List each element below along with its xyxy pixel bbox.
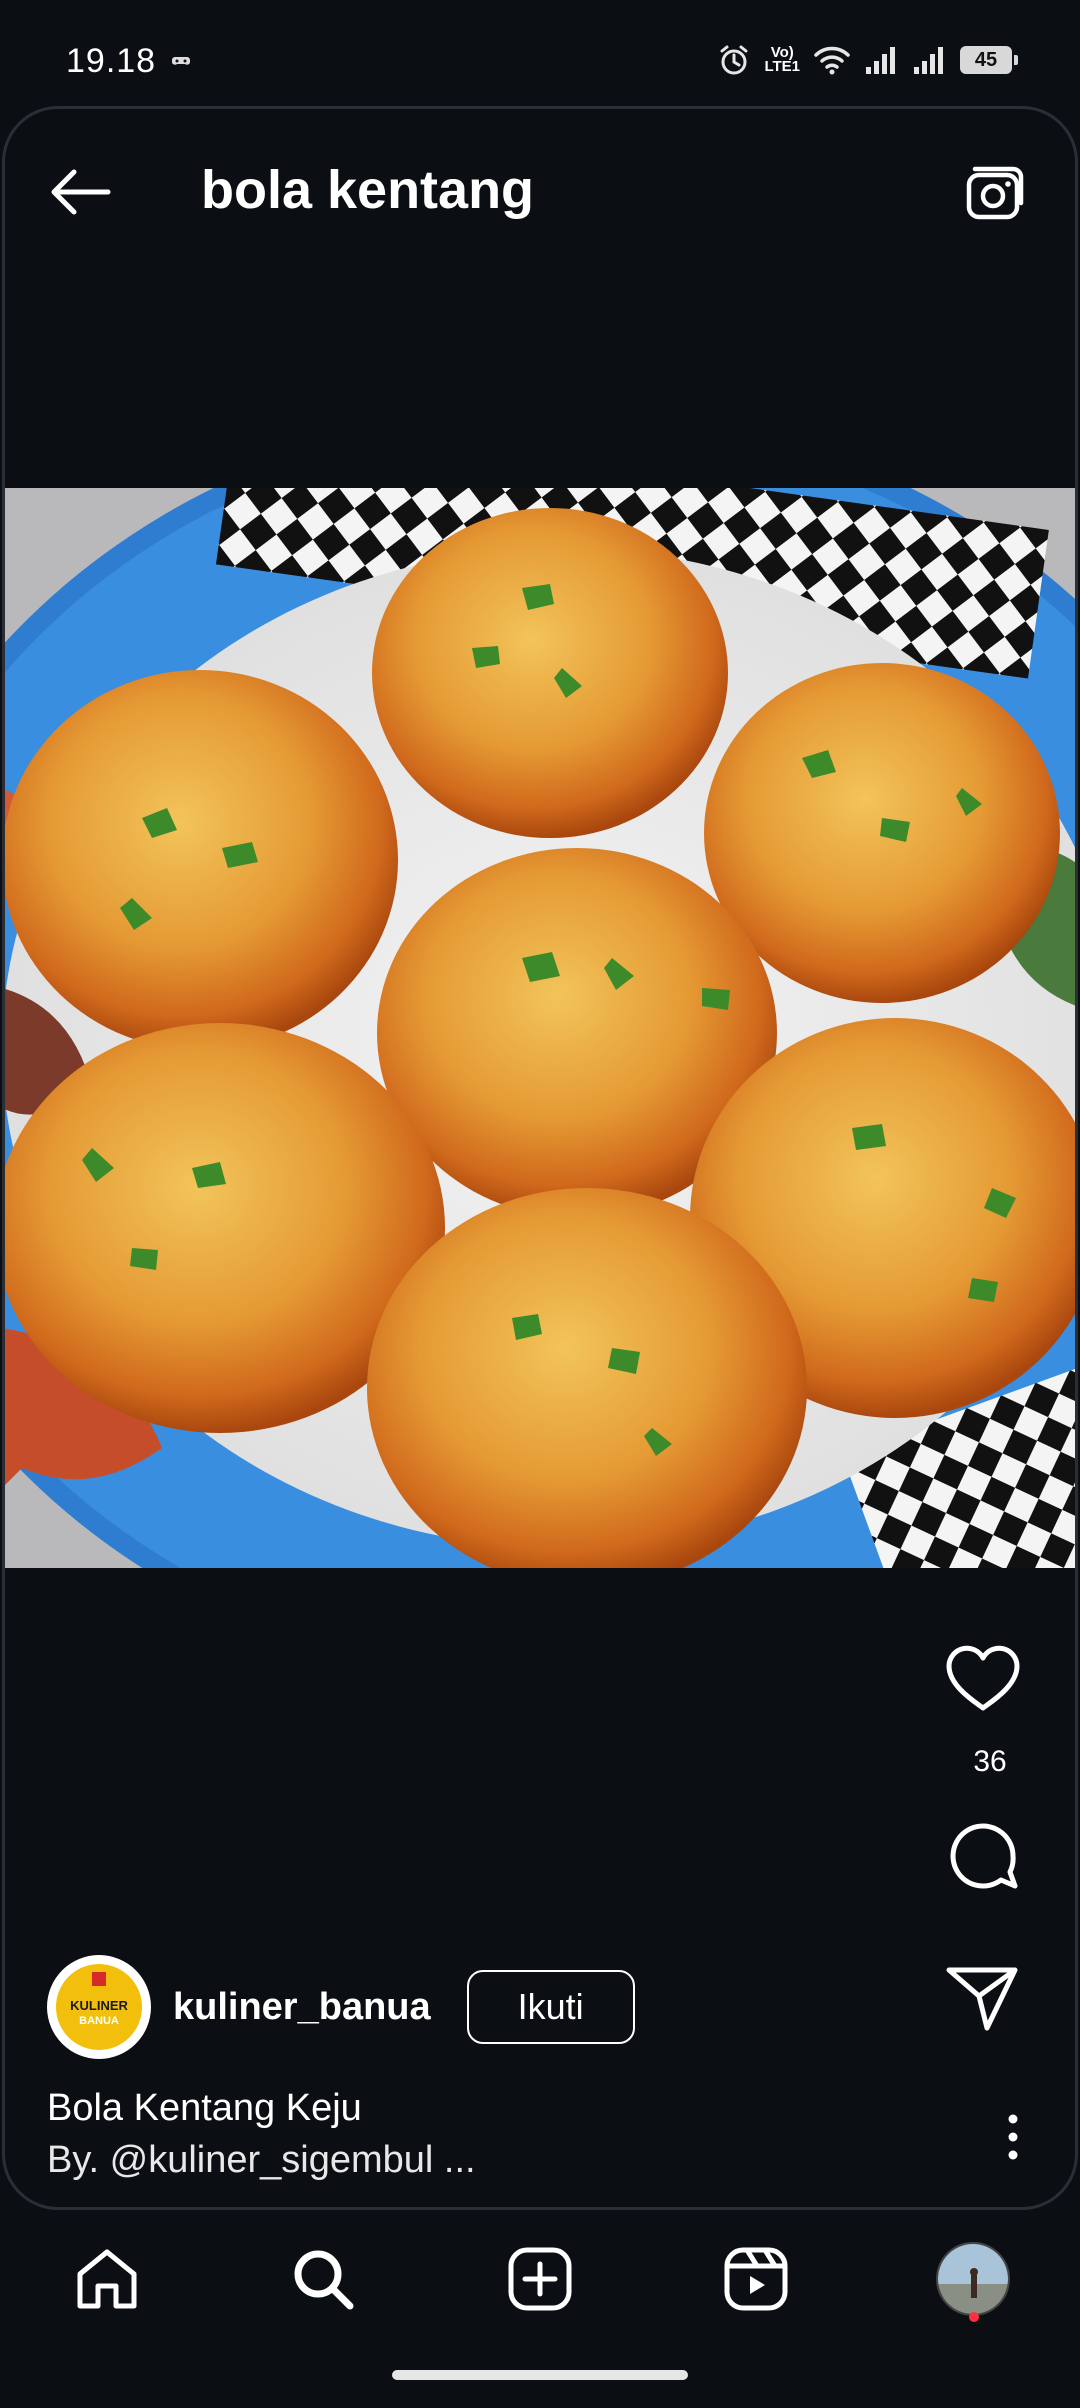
avatar[interactable]: KULINER BANUA [47, 1955, 151, 2059]
heart-icon [946, 1645, 1020, 1711]
battery-icon: 45 [960, 46, 1018, 74]
camera-icon [966, 166, 1024, 220]
profile-avatar [936, 2242, 1010, 2316]
back-button[interactable] [45, 157, 115, 227]
game-controller-icon [172, 57, 190, 65]
lte-icon: Vo) LTE1 [764, 44, 800, 75]
food-photo [5, 488, 1075, 1568]
like-count: 36 [973, 1745, 1007, 1778]
bottom-nav [0, 2212, 1080, 2342]
notification-dot [969, 2312, 979, 2322]
alarm-icon [720, 45, 748, 75]
arrow-left-icon [51, 169, 111, 215]
follow-button[interactable]: Ikuti [466, 1970, 635, 2044]
share-button[interactable] [943, 1957, 1023, 2037]
nav-profile[interactable] [928, 2234, 1018, 2324]
send-icon [946, 1967, 1018, 2031]
caption-title: Bola Kentang Keju [47, 2087, 362, 2129]
page-title: bola kentang [201, 160, 535, 220]
status-icons: Vo) LTE1 45 [718, 44, 1018, 76]
author-row: KULINER BANUA kuliner_banua Ikuti [47, 1952, 635, 2062]
comment-icon [950, 1823, 1018, 1889]
wifi-icon [814, 46, 850, 75]
status-bar: 19.18 Vo) LTE1 45 [0, 0, 1080, 100]
avatar-text-2: BANUA [79, 2015, 119, 2027]
nav-reels[interactable] [711, 2234, 801, 2324]
nav-create[interactable] [495, 2234, 585, 2324]
post-image[interactable] [5, 488, 1075, 1568]
signal-icon [866, 47, 895, 74]
search-icon [294, 2250, 354, 2310]
avatar-logo: KULINER BANUA [56, 1964, 142, 2050]
nav-home[interactable] [62, 2234, 152, 2324]
comment-button[interactable] [943, 1816, 1023, 1896]
like-button[interactable] [943, 1639, 1023, 1719]
home-indicator[interactable] [392, 2370, 688, 2380]
more-options-button[interactable] [993, 2107, 1033, 2167]
status-time: 19.18 [66, 42, 157, 80]
add-icon [508, 2247, 572, 2311]
camera-button[interactable] [959, 153, 1035, 229]
author-username[interactable]: kuliner_banua [173, 1986, 431, 2029]
nav-search[interactable] [278, 2234, 368, 2324]
header: bola kentang [5, 109, 1075, 265]
reels-icon [724, 2247, 788, 2311]
avatar-text-1: KULINER [70, 1998, 128, 2013]
home-icon [77, 2249, 137, 2309]
more-icon [1008, 2114, 1018, 2160]
signal-icon [914, 47, 943, 74]
post-viewer: bola kentang 36 KULINER BANUA kuliner_ba… [2, 106, 1078, 2210]
caption-text[interactable]: By. @kuliner_sigembul ... [47, 2139, 476, 2182]
